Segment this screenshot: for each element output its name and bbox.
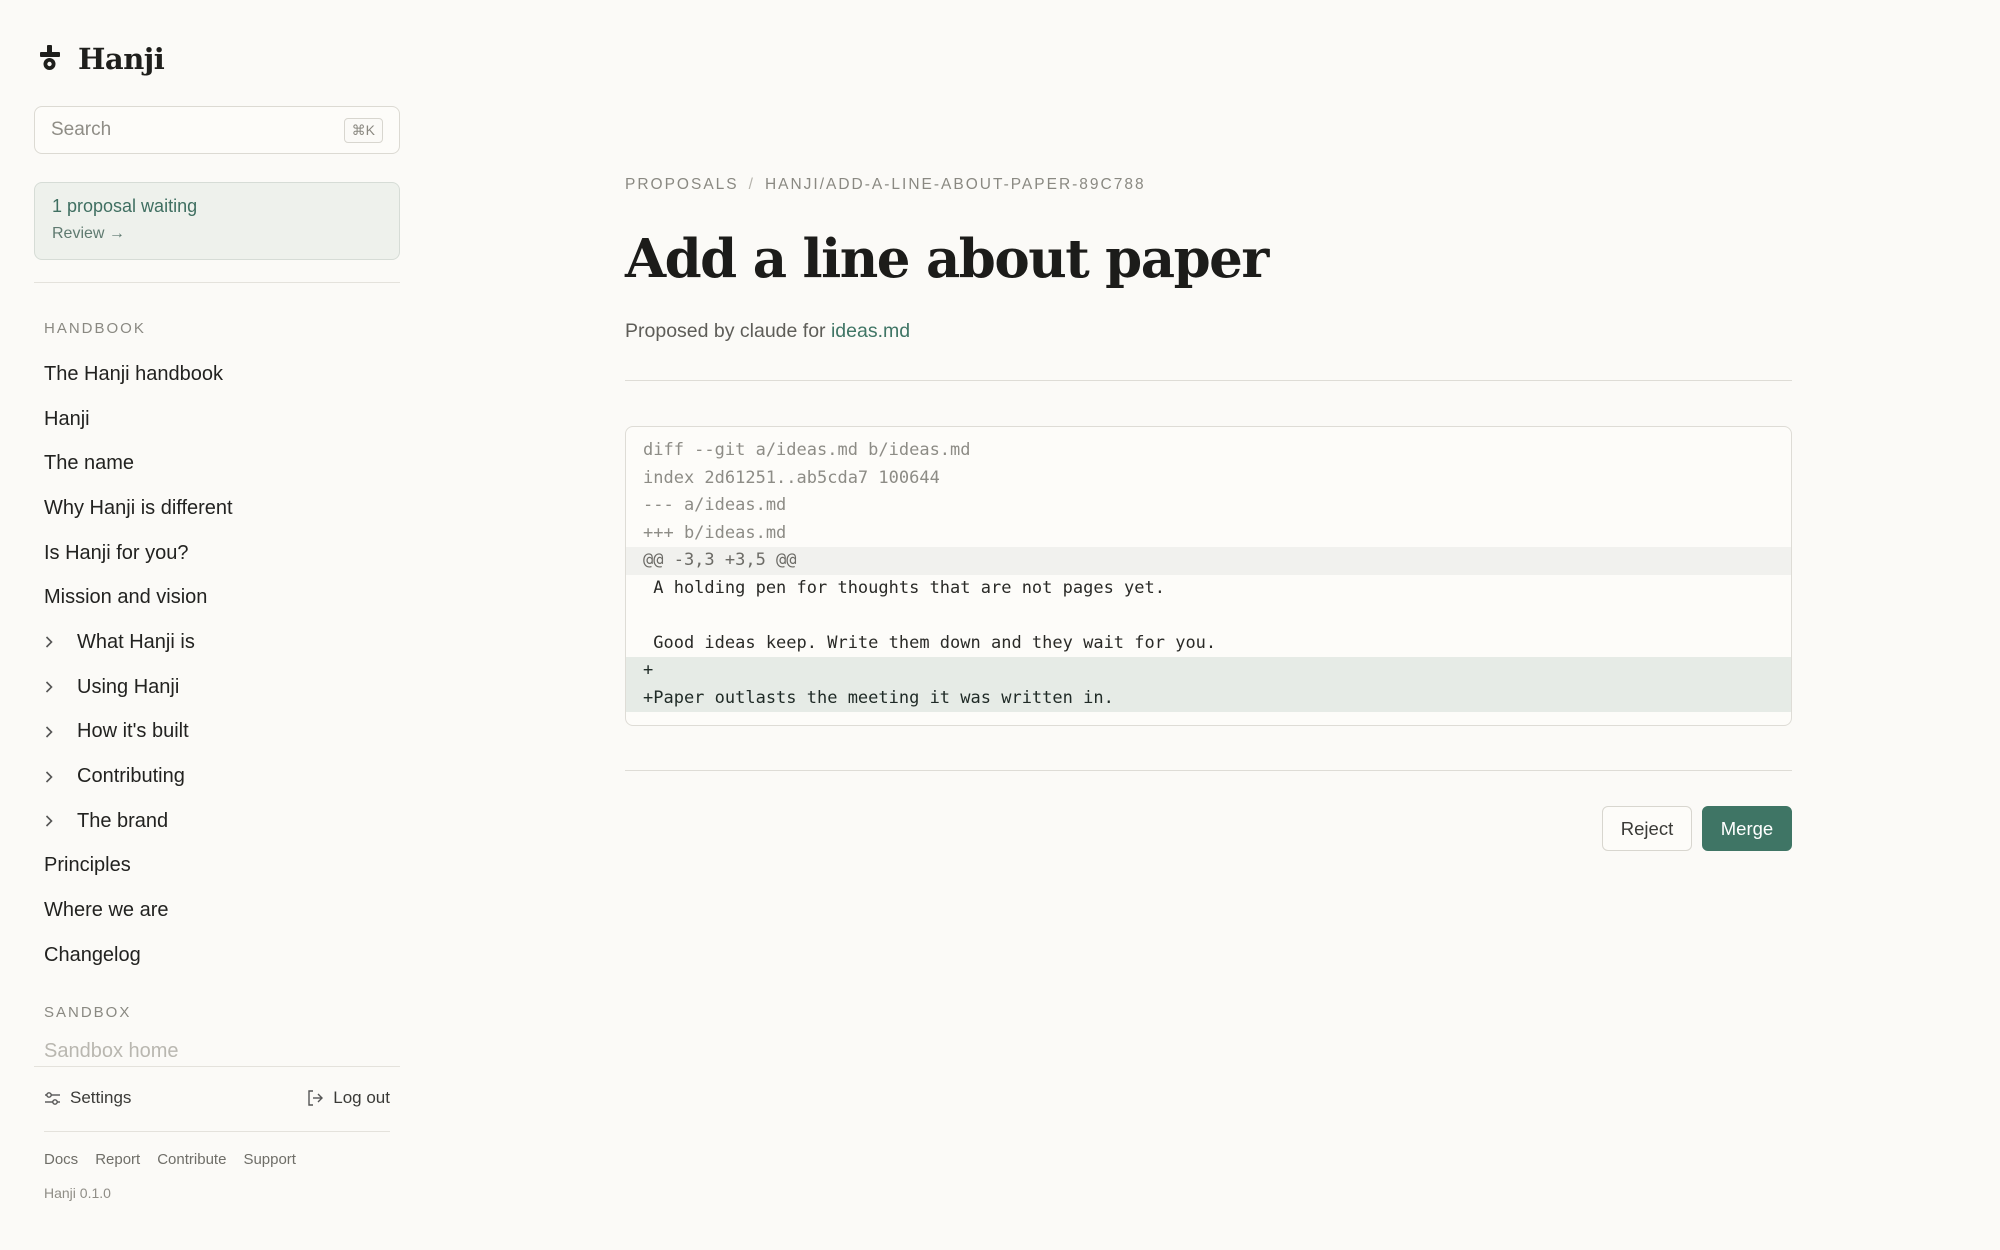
chevron-right-icon[interactable] — [44, 725, 77, 739]
page-title: Add a line about paper — [625, 228, 1269, 290]
breadcrumb: PROPOSALS / HANJI/ADD-A-LINE-ABOUT-PAPER… — [625, 176, 1146, 194]
sidebar-item-label: Using Hanji — [77, 675, 180, 698]
sidebar-item-sandbox-home[interactable]: Sandbox home — [44, 1040, 179, 1063]
sidebar-item-label: The Hanji handbook — [44, 362, 224, 385]
breadcrumb-proposals[interactable]: PROPOSALS — [625, 176, 739, 194]
diff-line-ctx — [626, 602, 1791, 630]
sidebar-item[interactable]: Changelog — [44, 933, 404, 978]
diff-divider — [625, 770, 1792, 771]
sidebar-footer-divider — [34, 1066, 400, 1067]
brand-name: Hanji — [78, 42, 165, 76]
sidebar-item[interactable]: Principles — [44, 844, 404, 889]
sidebar-item[interactable]: The Hanji handbook — [44, 352, 404, 397]
logout-label: Log out — [333, 1088, 390, 1107]
search-input[interactable]: Search ⌘K — [34, 106, 400, 154]
diff-line-ctx: A holding pen for thoughts that are not … — [643, 577, 1165, 598]
handbook-section-label: HANDBOOK — [44, 320, 146, 337]
footer-link-report[interactable]: Report — [95, 1151, 140, 1168]
sliders-icon — [45, 1091, 60, 1105]
chevron-right-icon[interactable] — [44, 814, 77, 828]
sidebar-item[interactable]: Hanji — [44, 397, 404, 442]
settings-label: Settings — [70, 1088, 132, 1107]
logout-icon — [308, 1090, 324, 1106]
chevron-right-icon[interactable] — [44, 635, 77, 649]
sidebar-item[interactable]: The brand — [44, 799, 404, 844]
sidebar-item-label: Hanji — [44, 407, 90, 430]
sidebar-item[interactable]: Contributing — [44, 754, 404, 799]
diff-line-add: +Paper outlasts the meeting it was writt… — [626, 684, 1791, 712]
sidebar-item[interactable]: Mission and vision — [44, 575, 404, 620]
search-placeholder: Search — [51, 119, 112, 140]
proposal-actions: Reject Merge — [1602, 806, 1792, 851]
sidebar-item[interactable]: How it's built — [44, 710, 404, 755]
handbook-nav: The Hanji handbook Hanji The name Why Hanji… — [44, 352, 404, 978]
sidebar-item-label: Contributing — [77, 765, 185, 788]
sidebar-item-label: The brand — [77, 809, 169, 832]
merge-button[interactable]: Merge — [1702, 806, 1792, 851]
review-link[interactable]: Review → — [52, 225, 382, 243]
proposed-by-text: Proposed by claude for — [625, 320, 826, 342]
sidebar-item-label: What Hanji is — [77, 630, 195, 653]
sidebar-divider — [34, 282, 400, 283]
sidebar-item-label: Mission and vision — [44, 586, 208, 609]
sidebar-item-label: The name — [44, 452, 135, 475]
diff-line-add: + — [626, 657, 1791, 685]
sidebar-item[interactable]: Using Hanji — [44, 665, 404, 710]
diff-line-hunk: @@ -3,3 +3,5 @@ — [626, 547, 1791, 575]
sidebar-item-label: Where we are — [44, 899, 169, 922]
hanji-logo-icon — [40, 45, 60, 70]
search-shortcut-badge: ⌘K — [343, 117, 383, 143]
diff-line-meta: --- a/ideas.md — [643, 495, 787, 515]
brand[interactable]: Hanji — [38, 38, 165, 80]
diff-view: diff --git a/ideas.md b/ideas.md index 2d… — [625, 426, 1792, 726]
diff-line-meta: diff --git a/ideas.md b/ideas.md — [643, 440, 971, 460]
sidebar-item[interactable]: Where we are — [44, 888, 404, 933]
sidebar-item[interactable]: Why Hanji is different — [44, 486, 404, 531]
sidebar-item-label: Why Hanji is different — [44, 496, 233, 519]
footer-link-support[interactable]: Support — [243, 1151, 296, 1168]
proposal-subtitle: Proposed by claude for ideas.md — [625, 320, 910, 343]
sidebar-item-label: Is Hanji for you? — [44, 541, 189, 564]
chevron-right-icon[interactable] — [44, 680, 77, 694]
reject-button[interactable]: Reject — [1602, 806, 1692, 851]
sidebar: Hanji Search ⌘K 1 proposal waiting Revie… — [0, 0, 430, 1250]
sidebar-footer-actions: Settings Log out — [44, 1088, 390, 1108]
diff-line-meta: +++ b/ideas.md — [643, 522, 787, 543]
sidebar-item[interactable]: Is Hanji for you? — [44, 531, 404, 576]
diff-line-meta: index 2d61251..ab5cda7 100644 — [643, 467, 940, 488]
sidebar-item-label: How it's built — [77, 720, 189, 743]
diff-line-ctx: Good ideas keep. Write them down and the… — [643, 632, 1217, 653]
file-link[interactable]: ideas.md — [831, 320, 910, 342]
proposal-notice-title: 1 proposal waiting — [52, 196, 198, 216]
chevron-right-icon[interactable] — [44, 770, 77, 784]
sidebar-footer-divider-2 — [44, 1131, 390, 1132]
app-version: Hanji 0.1.0 — [44, 1185, 111, 1201]
breadcrumb-separator: / — [748, 176, 755, 193]
logout-button[interactable]: Log out — [306, 1088, 390, 1108]
sandbox-section-label: SANDBOX — [44, 1004, 132, 1021]
footer-links: Docs Report Contribute Support — [44, 1151, 296, 1168]
footer-link-contribute[interactable]: Contribute — [157, 1151, 226, 1168]
settings-button[interactable]: Settings — [44, 1088, 131, 1108]
sidebar-item[interactable]: The name — [44, 441, 404, 486]
sidebar-item-label: Principles — [44, 854, 131, 877]
proposal-notice[interactable]: 1 proposal waiting Review → — [34, 182, 400, 260]
sidebar-item-label: Changelog — [44, 943, 141, 966]
sidebar-item[interactable]: What Hanji is — [44, 620, 404, 665]
breadcrumb-current: HANJI/ADD-A-LINE-ABOUT-PAPER-89C788 — [764, 176, 1146, 193]
title-divider — [625, 380, 1792, 381]
footer-link-docs[interactable]: Docs — [44, 1151, 78, 1168]
